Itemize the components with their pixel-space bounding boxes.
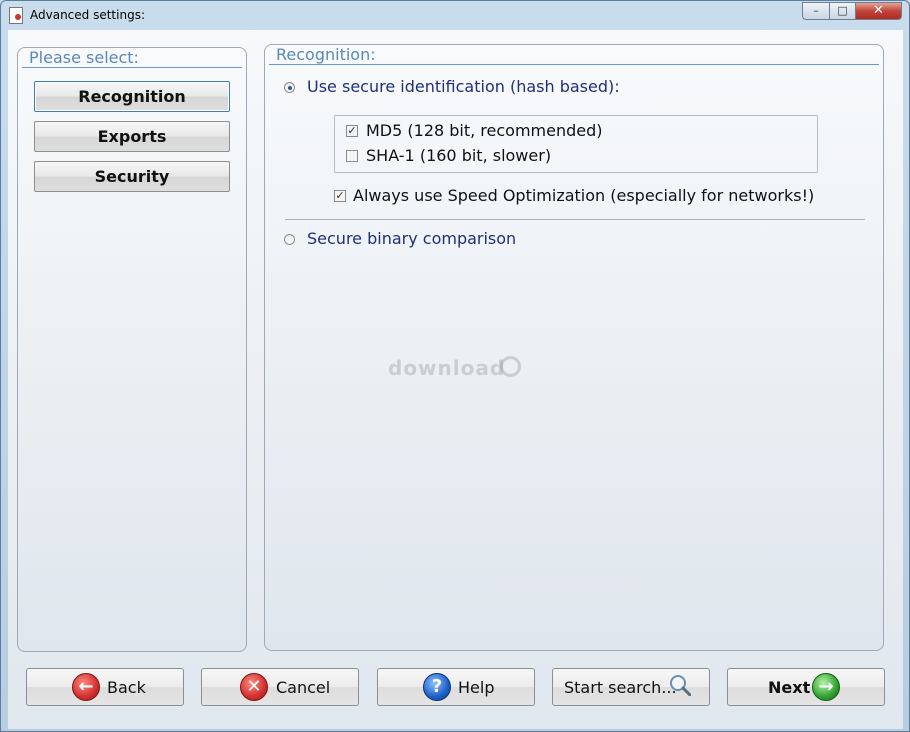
section-separator <box>285 219 865 220</box>
next-button-label: Next <box>768 678 811 697</box>
cancel-button[interactable]: ✕ Cancel <box>201 668 359 706</box>
hash-algorithm-group: ✓ MD5 (128 bit, recommended) SHA-1 (160 … <box>334 115 818 173</box>
back-button-label: Back <box>107 678 146 697</box>
app-document-icon <box>9 7 23 24</box>
panel-title-underline <box>269 64 879 65</box>
nav-exports-button[interactable]: Exports <box>34 121 230 152</box>
help-button[interactable]: ? Help <box>377 668 535 706</box>
hash-identification-label[interactable]: Use secure identification (hash based): <box>307 77 620 96</box>
window-title: Advanced settings: <box>30 8 145 22</box>
magnifier-icon <box>670 675 691 696</box>
nav-security-button[interactable]: Security <box>34 161 230 192</box>
start-search-button-label: Start search... <box>564 678 677 697</box>
speed-optimization-checkbox[interactable]: ✓ <box>334 190 346 202</box>
sha1-checkbox[interactable] <box>346 150 358 162</box>
advanced-settings-window: Advanced settings: – □ ✕ Please select: … <box>0 0 910 732</box>
binary-comparison-label[interactable]: Secure binary comparison <box>307 229 516 248</box>
help-question-icon: ? <box>423 673 451 701</box>
binary-comparison-radio[interactable] <box>284 234 295 245</box>
cancel-button-label: Cancel <box>276 678 331 697</box>
recognition-panel: Recognition: Use secure identification (… <box>264 44 884 651</box>
cancel-x-icon: ✕ <box>240 673 268 701</box>
sha1-label[interactable]: SHA-1 (160 bit, slower) <box>366 146 551 165</box>
selection-panel: Please select: Recognition Exports Secur… <box>17 47 247 652</box>
help-button-label: Help <box>458 678 495 697</box>
next-arrow-icon: → <box>812 673 840 701</box>
hash-identification-radio[interactable] <box>284 82 295 93</box>
close-button[interactable]: ✕ <box>855 2 902 20</box>
minimize-button[interactable]: – <box>802 2 830 20</box>
back-arrow-icon: ← <box>72 673 100 701</box>
watermark-logo-icon <box>500 356 521 377</box>
dialog-client-area: Please select: Recognition Exports Secur… <box>8 30 903 729</box>
md5-label[interactable]: MD5 (128 bit, recommended) <box>366 121 603 140</box>
title-bar[interactable]: Advanced settings: – □ ✕ <box>1 1 909 30</box>
selection-panel-title: Please select: <box>29 48 139 67</box>
start-search-button[interactable]: Start search... <box>552 668 710 706</box>
recognition-panel-title: Recognition: <box>276 45 376 64</box>
speed-optimization-label[interactable]: Always use Speed Optimization (especiall… <box>353 186 814 205</box>
next-button[interactable]: Next → <box>727 668 885 706</box>
back-button[interactable]: ← Back <box>26 668 184 706</box>
radio-selected-dot <box>288 86 292 90</box>
maximize-button[interactable]: □ <box>829 2 856 20</box>
download-watermark: download <box>388 356 506 380</box>
panel-title-underline <box>22 67 242 68</box>
nav-recognition-button[interactable]: Recognition <box>34 81 230 112</box>
md5-checkbox[interactable]: ✓ <box>346 125 358 137</box>
